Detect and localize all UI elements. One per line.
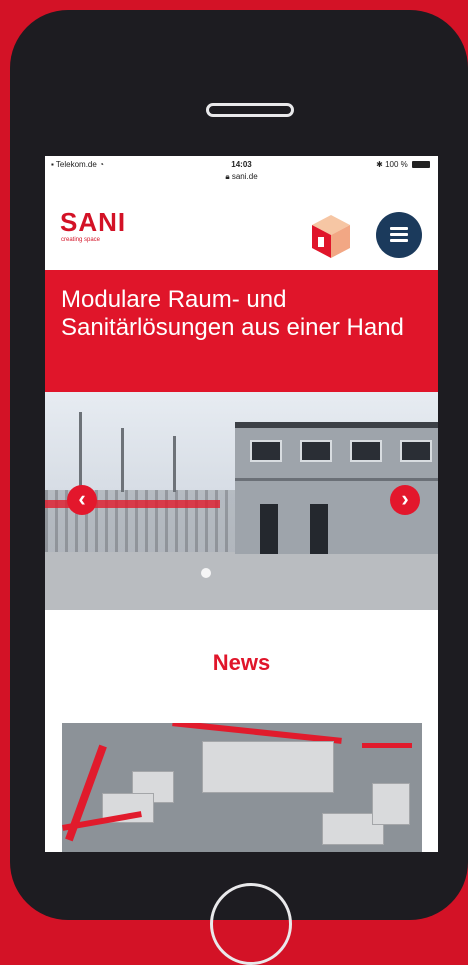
battery-icon <box>412 161 430 169</box>
slider-prev-button[interactable]: ‹ <box>67 485 97 515</box>
chevron-left-icon: ‹ <box>78 486 86 511</box>
status-right: ✱ 100 % <box>376 160 430 169</box>
hamburger-icon <box>390 227 408 230</box>
earpiece <box>206 103 294 117</box>
image-slider[interactable]: ‹ › <box>45 392 438 610</box>
news-heading: News <box>212 650 271 675</box>
status-bar: ▪︎ Telekom.de ◔ 14:03 🔒︎ sani.de ✱ 100 % <box>45 156 438 196</box>
logo-tagline: creating space <box>61 237 101 243</box>
news-image[interactable] <box>62 723 422 852</box>
cube-icon[interactable] <box>306 211 356 261</box>
battery-percent: 100 % <box>385 160 408 169</box>
hero-banner: Modulare Raum- und Sanitärlösungen aus e… <box>45 270 438 392</box>
slide-ground <box>45 552 438 610</box>
lock-icon: 🔒︎ <box>225 172 230 181</box>
slider-dot[interactable] <box>201 568 211 578</box>
chevron-right-icon: › <box>401 486 409 511</box>
menu-button[interactable] <box>376 212 422 258</box>
site-header: SANI creating space <box>45 196 438 270</box>
hero-title: Modulare Raum- und Sanitärlösungen aus e… <box>61 286 404 341</box>
bluetooth-icon: ✱ <box>376 160 383 169</box>
home-button[interactable] <box>210 883 292 965</box>
slider-next-button[interactable]: › <box>390 485 420 515</box>
logo[interactable]: SANI <box>60 209 126 235</box>
url-bar[interactable]: 🔒︎ sani.de <box>45 172 438 182</box>
phone-screen: ▪︎ Telekom.de ◔ 14:03 🔒︎ sani.de ✱ 100 %… <box>45 156 438 852</box>
